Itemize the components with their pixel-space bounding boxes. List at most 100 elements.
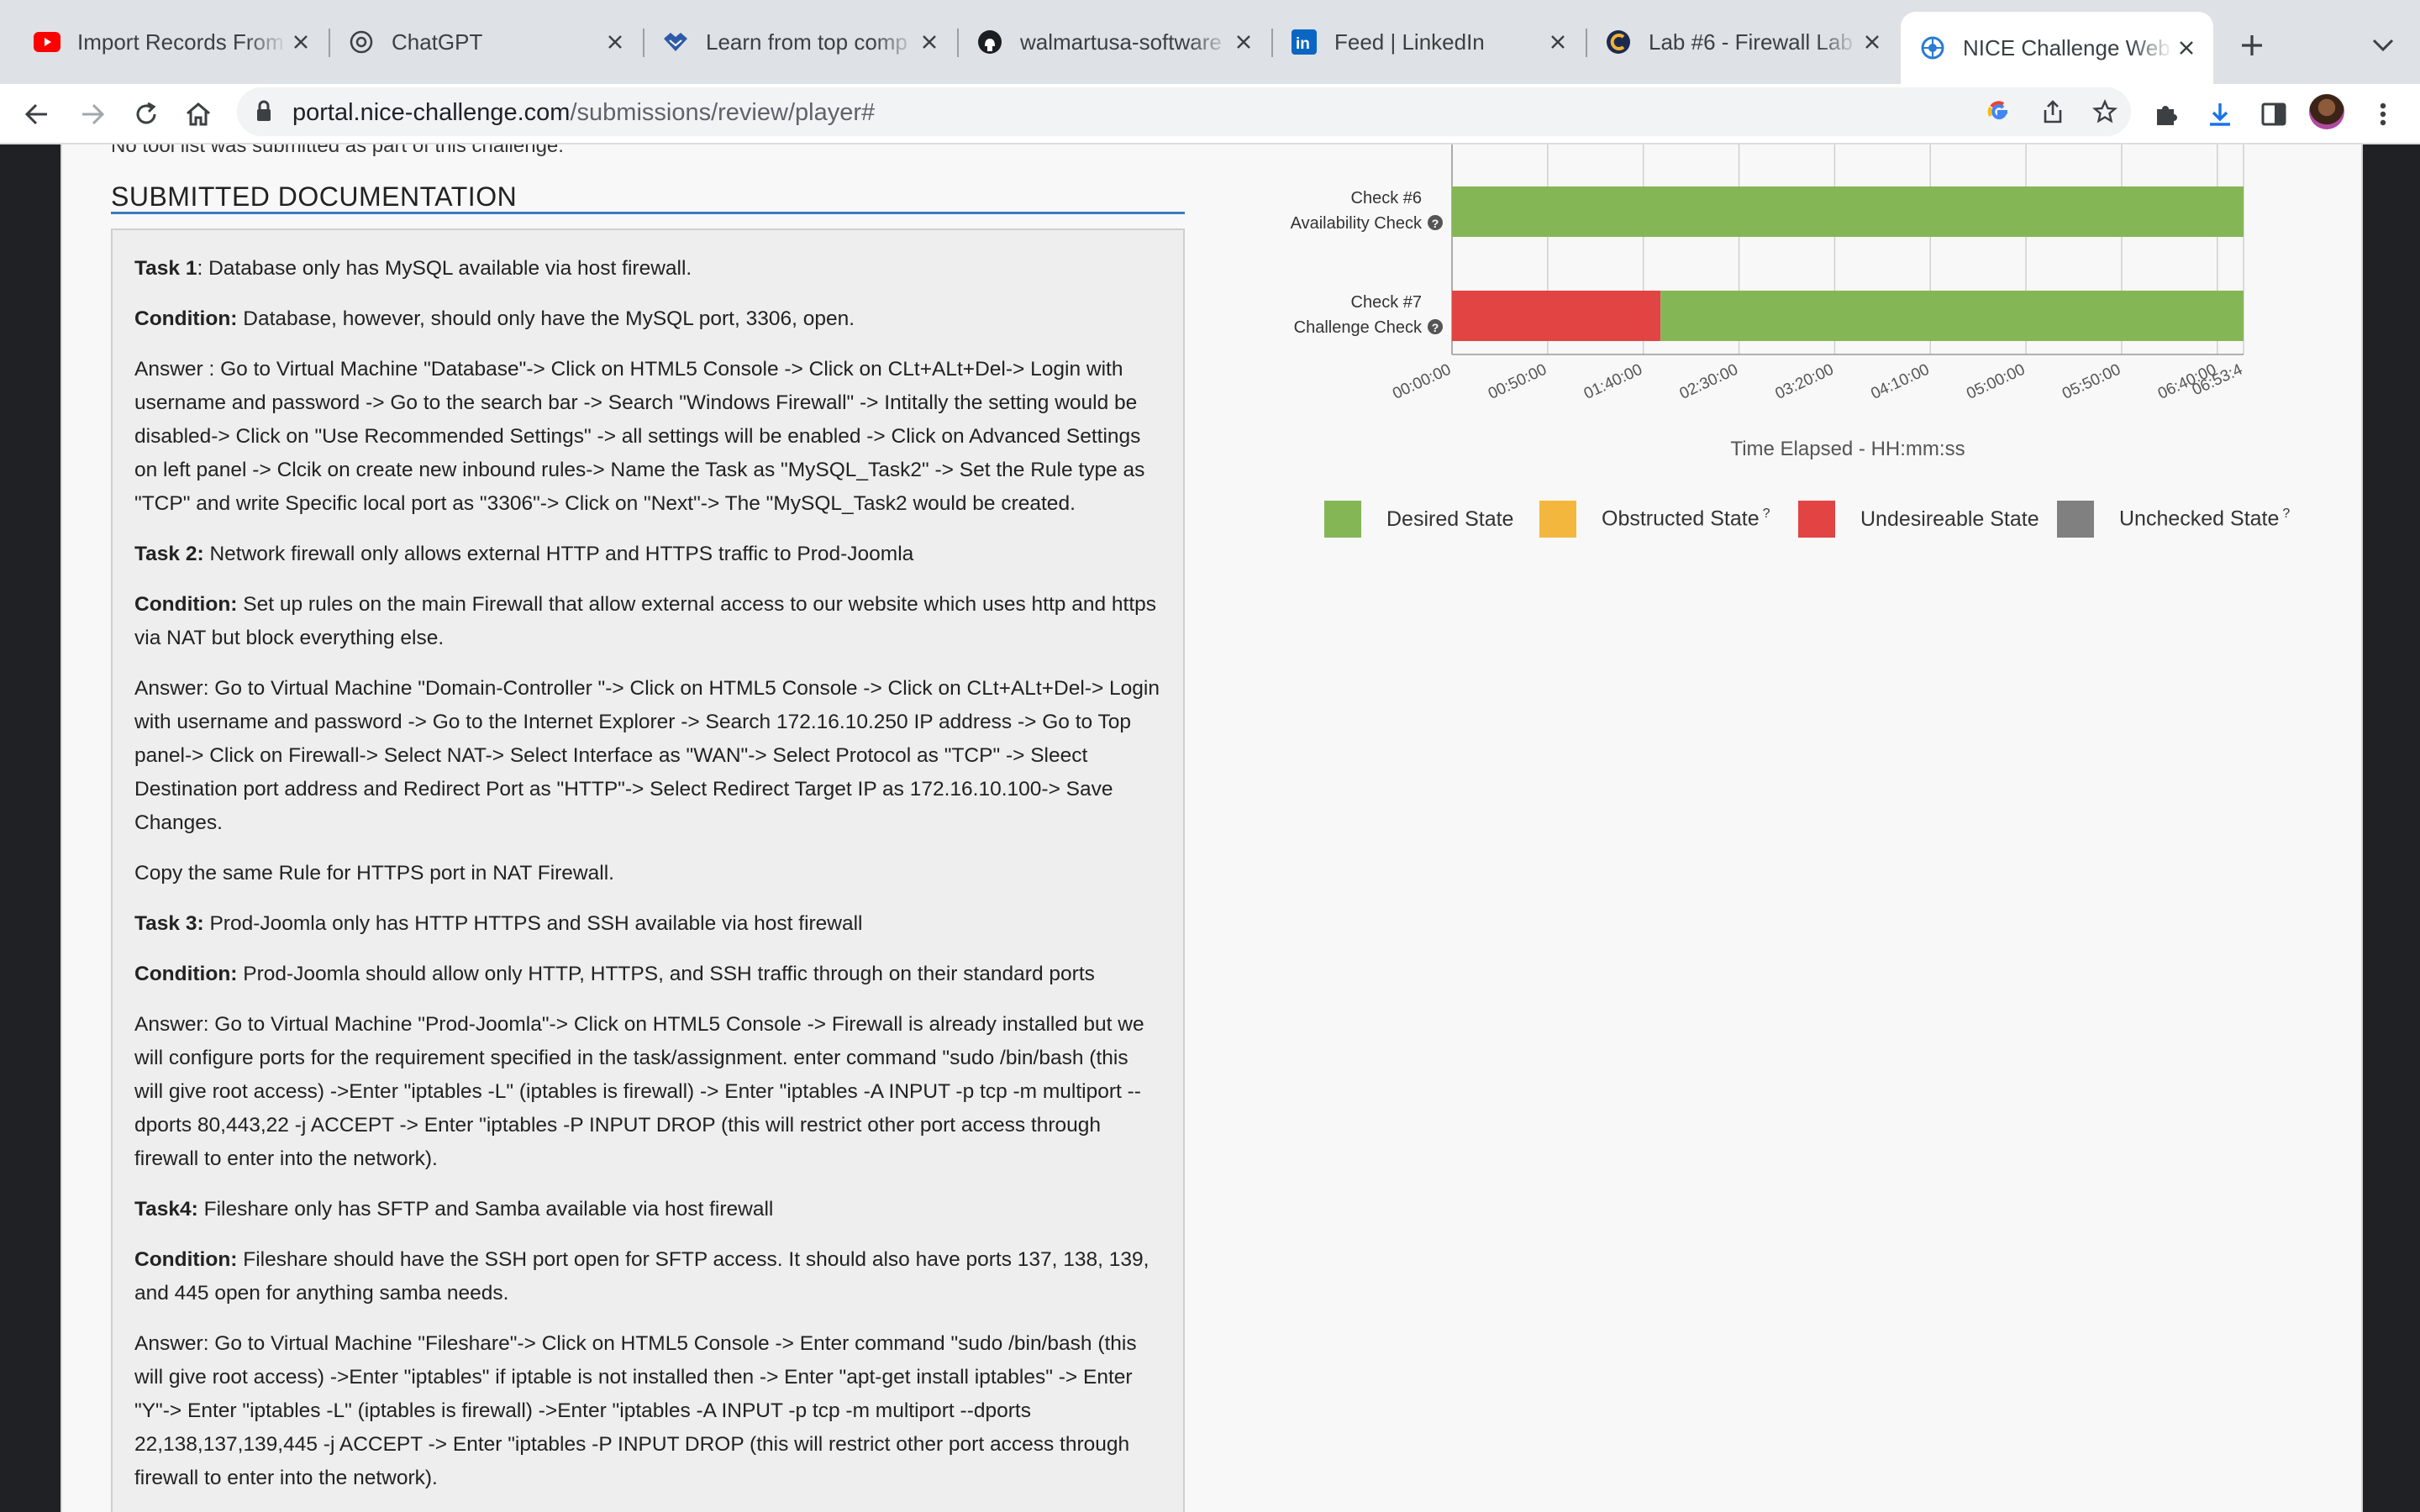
close-icon[interactable] [1230, 29, 1257, 55]
legend-item-undesirable: Undesireable State [1798, 501, 2039, 538]
x-tick-label: 04:10:00 [1868, 360, 1932, 402]
page-viewport: No tool list was submitted as part of th… [0, 144, 2420, 1512]
plus-icon [2242, 35, 2262, 55]
tab-title: NICE Challenge Web [1963, 34, 2170, 60]
tab-chatgpt[interactable]: ChatGPT [329, 12, 642, 72]
legend-help-icon[interactable]: ? [2282, 507, 2290, 521]
star-icon [2092, 99, 2118, 123]
side-panel-icon [2261, 102, 2286, 126]
help-icon-glyph: ? [1432, 321, 1439, 334]
close-icon[interactable] [287, 29, 314, 55]
tab-search-button[interactable] [2363, 25, 2403, 66]
chevron-down-icon [2372, 39, 2394, 52]
tab-title: ChatGPT [392, 29, 483, 55]
paragraph-text: Set up rules on the main Firewall that a… [134, 593, 1156, 649]
documentation-paragraph: Condition: Set up rules on the main Fire… [134, 588, 1161, 655]
close-icon[interactable] [602, 29, 629, 55]
nice-icon [1919, 34, 1946, 61]
paragraph-text: Copy the same Rule for HTTPS port in NAT… [134, 862, 614, 885]
url-text: portal.nice-challenge.com/submissions/re… [292, 99, 875, 127]
tab-import-records[interactable]: Import Records From [15, 12, 328, 72]
paragraph-label: Condition: [134, 307, 238, 330]
timeline-segment-undesirable [1452, 291, 1661, 341]
close-icon[interactable] [916, 29, 943, 55]
paragraph-text: Answer : Go to Virtual Machine "Database… [134, 358, 1145, 515]
help-icon-glyph: ? [1432, 217, 1439, 230]
documentation-paragraph: Task 3: Prod-Joomla only has HTTP HTTPS … [134, 907, 1161, 941]
tab-linkedin[interactable]: in Feed | LinkedIn [1272, 12, 1585, 72]
paragraph-label: Task 2: [134, 543, 204, 565]
share-button[interactable] [2032, 91, 2074, 133]
download-icon [2210, 103, 2230, 126]
close-icon[interactable] [2173, 34, 2200, 61]
tab-title: walmartusa-software [1020, 29, 1222, 55]
browser-menu-button[interactable] [2361, 92, 2405, 136]
url-host: portal.nice-challenge.com [292, 99, 571, 126]
paragraph-label: Task4: [134, 1198, 198, 1221]
documentation-paragraph: Task 1: Database only has MySQL availabl… [134, 257, 692, 280]
chart-legend: Desired State Obstructed State? Undesireab… [1324, 501, 2333, 543]
documentation-box: Task 1: Database only has MySQL availabl… [111, 228, 1185, 1512]
back-button[interactable] [15, 92, 59, 136]
linkedin-icon: in [1291, 29, 1318, 55]
paragraph-text: Database, however, should only have the … [243, 307, 855, 330]
tab-lab6[interactable]: Lab #6 - Firewall Lab [1586, 12, 1899, 72]
chatgpt-icon [348, 29, 375, 55]
documentation-paragraph: Condition: Fileshare should have the SSH… [134, 1243, 1161, 1310]
tab-learn[interactable]: Learn from top comp [644, 12, 956, 72]
legend-label: Undesireable State [1860, 507, 2039, 531]
timeline-segment-desired [1452, 186, 2244, 237]
legend-label: Obstructed State? [1602, 507, 1770, 531]
documentation-paragraph: Answer: Go to Virtual Machine "Domain-Co… [134, 672, 1161, 840]
side-panel-button[interactable] [2252, 92, 2296, 136]
share-icon [2044, 100, 2062, 123]
no-tool-list-text: No tool list was submitted as part of th… [111, 144, 564, 157]
forward-button[interactable] [71, 92, 114, 136]
tab-strip: Import Records From ChatGPT Learn from t… [0, 0, 2420, 84]
documentation-paragraph: Answer: Go to Virtual Machine "Fileshare… [134, 1327, 1161, 1495]
handshake-icon [662, 29, 689, 55]
tab-title: Learn from top comp [706, 29, 908, 55]
documentation-paragraph: Copy the same Rule for HTTPS port in NAT… [134, 857, 1161, 890]
browser-chrome: Import Records From ChatGPT Learn from t… [0, 0, 2420, 144]
paragraph-label: Condition: [134, 1248, 238, 1271]
extensions-button[interactable] [2144, 92, 2188, 136]
legend-swatch [1324, 501, 1361, 538]
paragraph-text: Fileshare only has SFTP and Samba availa… [203, 1198, 774, 1221]
tab-title: Feed | LinkedIn [1334, 29, 1485, 55]
puzzle-icon [2157, 106, 2177, 125]
profile-avatar[interactable] [2309, 94, 2344, 129]
tab-title: Lab #6 - Firewall Lab [1649, 29, 1853, 55]
legend-swatch [2057, 501, 2094, 538]
paragraph-label: Condition: [134, 593, 238, 616]
x-tick-label: 05:50:00 [2060, 360, 2123, 402]
tab-github[interactable]: walmartusa-software [958, 12, 1270, 72]
clog-icon [1605, 29, 1632, 55]
check-number-label: Check #6 [1351, 189, 1423, 207]
home-button[interactable] [176, 92, 220, 136]
tab-nice-challenge[interactable]: NICE Challenge Web [1901, 12, 2213, 84]
x-tick-label: 00:00:00 [1390, 360, 1454, 402]
kebab-menu-icon [2380, 102, 2386, 126]
google-lens-button[interactable] [1978, 91, 2020, 133]
close-icon[interactable] [1544, 29, 1571, 55]
documentation-paragraph: Task4: Fileshare only has SFTP and Samba… [134, 1193, 1161, 1226]
legend-help-icon[interactable]: ? [1763, 507, 1770, 521]
reload-button[interactable] [124, 92, 168, 136]
legend-label: Desired State [1386, 507, 1514, 531]
downloads-button[interactable] [2198, 92, 2242, 136]
address-bar[interactable]: portal.nice-challenge.com/submissions/re… [237, 87, 2131, 136]
heading-underline [111, 212, 1185, 214]
bookmark-button[interactable] [2084, 91, 2126, 133]
check-name-label: Availability Check [1291, 214, 1423, 233]
paragraph-label: Task 3: [134, 912, 204, 935]
paragraph-text: Answer: Go to Virtual Machine "Domain-Co… [134, 677, 1160, 834]
reload-icon [136, 102, 156, 124]
documentation-paragraph: Answer : Go to Virtual Machine "Database… [134, 353, 1161, 521]
lock-icon[interactable] [255, 99, 272, 127]
legend-item-obstructed: Obstructed State? [1539, 501, 1770, 538]
url-path: /submissions/review/player# [570, 99, 876, 126]
x-axis-title: Time Elapsed - HH:mm:ss [1730, 438, 1965, 460]
close-icon[interactable] [1859, 29, 1886, 55]
new-tab-button[interactable] [2232, 25, 2272, 66]
